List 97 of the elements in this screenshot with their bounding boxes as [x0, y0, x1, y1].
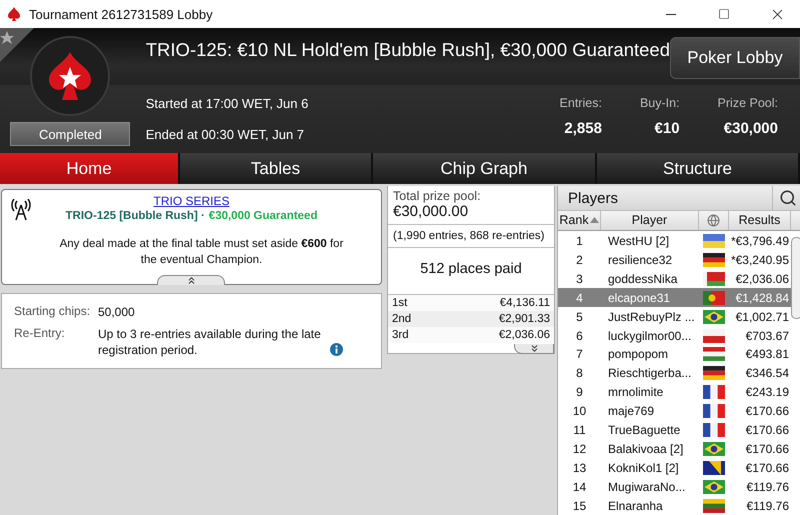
rank-cell-text: 3 — [575, 272, 584, 286]
player-cell-text: goddessNika — [607, 272, 678, 286]
start-time: Started at 17:00 WET, Jun 6 — [146, 96, 310, 111]
payout-amount: €2,036.06 — [498, 329, 550, 341]
rank-cell-text: 10 — [572, 404, 588, 418]
window-title: Tournament 2612731589 Lobby — [29, 6, 214, 22]
tab[interactable]: Home — [0, 153, 180, 184]
column-header[interactable]: Player — [601, 211, 699, 230]
sort-arrow-icon — [590, 217, 599, 224]
rank-cell-text: 4 — [575, 290, 584, 305]
result-cell-text: €1,428.84 — [734, 290, 790, 305]
player-cell-text: elcapone31 — [607, 290, 672, 305]
player-cell-text: TrueBaguette — [607, 422, 682, 437]
player-cell-text: pompopom — [607, 347, 670, 362]
result-cell-text: €243.19 — [744, 385, 790, 400]
payout-amount: €4,136.11 — [500, 297, 550, 309]
player-cell-text: Rieschtigerba... — [607, 366, 692, 380]
stat-label: Entries: — [560, 96, 602, 110]
chevrons-up-icon — [186, 275, 196, 286]
player-cell-text: maje769 — [607, 404, 656, 418]
payout-amount: €2,901.33 — [498, 313, 550, 325]
tab[interactable]: Chip Graph — [373, 153, 597, 184]
rank-cell-text: 13 — [572, 460, 588, 475]
info-icon[interactable] — [330, 343, 343, 356]
rank-cell-text: 7 — [575, 347, 584, 362]
detail-value: 50,000 — [98, 305, 135, 319]
detail-label: Starting chips: — [14, 304, 92, 320]
rank-cell-text: 11 — [572, 422, 587, 437]
end-time: Ended at 00:30 WET, Jun 7 — [146, 127, 306, 142]
scrollbar[interactable] — [791, 236, 800, 319]
poker-lobby-button[interactable]: Poker Lobby — [670, 37, 800, 79]
globe-icon — [707, 214, 720, 227]
result-cell-text: €119.76 — [746, 498, 790, 513]
stat-label: Prize Pool: — [718, 96, 778, 110]
tournament-name: TRIO-125 [Bubble Rush] · — [66, 210, 205, 222]
detail-label: Re-Entry: — [14, 326, 66, 342]
player-cell-text: JustRebuyPlz ... — [607, 310, 696, 324]
prize-pool-label: Total prize pool: — [392, 188, 482, 203]
tab[interactable]: Tables — [180, 153, 373, 184]
detail-value: Up to 3 re-entries available during the late registration period. — [98, 326, 322, 358]
star-icon[interactable] — [0, 28, 34, 62]
tournament-title: TRIO-125: €10 NL Hold'em [Bubble Rush], €30,000 Guaranteed — [144, 38, 670, 61]
column-header[interactable]: Results — [729, 211, 791, 230]
players-title: Players — [567, 190, 618, 206]
notice-message: Any deal made at the final table must set aside €600 for the eventual Champion. — [58, 237, 344, 268]
result-cell-text: €346.54 — [744, 366, 790, 380]
chevrons-down-icon — [528, 343, 540, 354]
player-row[interactable]: 4 elcapone31 €1,428.84 — [558, 288, 791, 308]
rank-cell-text: 2 — [575, 252, 584, 267]
antenna-icon — [11, 199, 31, 221]
result-cell-text: €119.76 — [746, 480, 790, 494]
rank-cell-text: 1 — [575, 234, 584, 248]
result-cell-text: €1,002.71 — [734, 310, 790, 324]
expand-button[interactable] — [514, 344, 554, 354]
rank-cell-text: 15 — [572, 498, 588, 513]
player-cell-text: Elnaranha — [607, 498, 664, 513]
rank-cell-text: 9 — [575, 385, 584, 400]
search-icon — [778, 189, 796, 207]
player-cell-text: MugiwaraNo... — [607, 480, 686, 494]
guarantee-text: €30,000 Guaranteed — [208, 210, 318, 222]
result-cell-text: €703.67 — [744, 328, 790, 343]
maximize-icon — [718, 8, 730, 20]
rank-cell-text: 8 — [575, 366, 584, 380]
prize-pool-amount: €30,000.00 — [392, 203, 470, 222]
stat-value: 2,858 — [564, 120, 602, 137]
collapse-button[interactable] — [157, 275, 225, 285]
spade-logo-icon — [6, 6, 22, 22]
rank-cell-text: 6 — [575, 328, 584, 343]
series-link[interactable]: TRIO SERIES — [153, 194, 230, 208]
player-cell-text: KokniKol1 [2] — [607, 460, 680, 475]
payout-place: 1st — [392, 297, 408, 309]
stat-label: Buy-In: — [640, 96, 680, 110]
result-cell-text: *€3,796.49 — [730, 234, 790, 248]
rank-cell-text: 5 — [575, 310, 584, 324]
stat-value: €30,000 — [724, 120, 778, 137]
result-cell-text: €170.66 — [744, 404, 790, 418]
entries-text: (1,990 entries, 868 re-entries) — [388, 224, 554, 248]
result-cell-text: €2,036.06 — [734, 272, 790, 286]
player-cell-text: WestHU [2] — [607, 234, 670, 248]
result-cell-text: *€3,240.95 — [730, 252, 790, 267]
player-cell-text: luckygilmor00... — [607, 328, 692, 343]
tab[interactable]: Structure — [597, 153, 800, 184]
status-ribbon: Completed — [10, 122, 130, 146]
stat-value: €10 — [654, 120, 680, 137]
player-cell-text: Balakivoaa [2] — [607, 442, 684, 456]
player-cell-text: mrnolimite — [607, 385, 664, 400]
result-cell-text: €170.66 — [744, 422, 790, 437]
player-row[interactable]: 3 goddessNika €2,036.06 — [558, 269, 791, 288]
result-cell-text: €170.66 — [744, 460, 790, 475]
payout-place: 2nd — [392, 313, 412, 325]
rank-cell-text: 14 — [572, 480, 588, 494]
payout-place: 3rd — [392, 329, 409, 341]
result-cell-text: €493.81 — [744, 347, 790, 362]
result-cell-text: €170.66 — [744, 442, 790, 456]
player-cell-text: resilience32 — [607, 252, 674, 267]
rank-cell-text: 12 — [572, 442, 588, 456]
column-header[interactable]: Rank — [558, 211, 601, 230]
